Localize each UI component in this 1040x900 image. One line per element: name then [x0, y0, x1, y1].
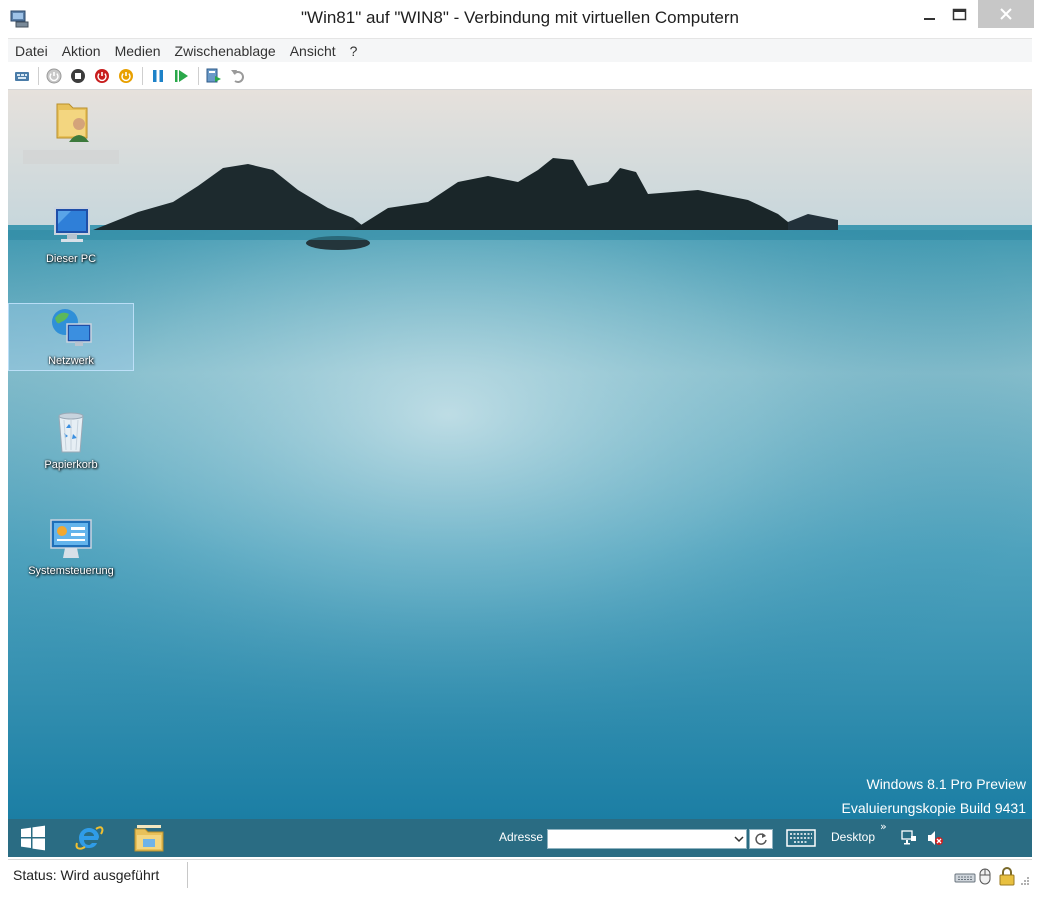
menu-bar: Datei Aktion Medien Zwischenablage Ansic… [8, 38, 1032, 62]
refresh-icon [755, 833, 767, 845]
revert-icon [231, 69, 244, 83]
taskbar-internet-explorer[interactable] [72, 823, 106, 853]
status-separator [187, 862, 188, 888]
desktop-icon-papierkorb[interactable]: Papierkorb [8, 408, 134, 471]
desktop-icon-label: Dieser PC [45, 253, 97, 265]
desktop-toolbar-label[interactable]: Desktop [831, 830, 875, 844]
menu-datei[interactable]: Datei [15, 43, 48, 59]
toolbar-overflow-chevron[interactable]: » [880, 820, 887, 833]
menu-help[interactable]: ? [350, 43, 358, 59]
desktop-icon-label-blurred [23, 150, 119, 164]
desktop-icon-label: Netzwerk [48, 355, 94, 367]
turn-off-button[interactable] [68, 66, 88, 86]
wallpaper-image [8, 90, 1032, 819]
keyboard-status-icon [954, 873, 976, 883]
address-toolbar-label: Adresse [499, 830, 544, 844]
desktop-icon-dieser-pc[interactable]: Dieser PC [8, 202, 134, 265]
maximize-button[interactable] [940, 0, 980, 30]
control-panel-icon [50, 519, 92, 558]
revert-button[interactable] [228, 66, 248, 86]
maximize-icon [952, 8, 967, 21]
start-button[interactable] [16, 823, 50, 853]
desktop-icon-label: Systemsteuerung [28, 565, 114, 577]
mouse-status-icon [979, 868, 991, 885]
toolbar [8, 62, 1032, 90]
windows-logo-icon [21, 825, 45, 851]
recycle-bin-icon [58, 412, 84, 453]
touch-keyboard-icon[interactable] [786, 829, 816, 847]
ctrl-alt-del-button[interactable] [12, 66, 32, 86]
start-button[interactable] [44, 66, 64, 86]
close-button[interactable] [978, 0, 1034, 28]
status-bar: Status: Wird ausgeführt [8, 859, 1032, 891]
toolbar-separator [142, 66, 143, 85]
resize-grip-icon[interactable] [1020, 874, 1030, 886]
toolbar-separator [198, 66, 199, 85]
status-text: Status: Wird ausgeführt [13, 867, 160, 883]
pause-icon [153, 69, 163, 82]
desktop-icon-label: Papierkorb [44, 459, 98, 471]
computer-icon [54, 207, 90, 242]
ctrl-alt-del-icon [15, 71, 29, 81]
address-input[interactable] [547, 829, 747, 849]
menu-ansicht[interactable]: Ansicht [290, 43, 336, 59]
start-icon [46, 68, 62, 83]
checkpoint-icon [206, 68, 221, 82]
window-titlebar[interactable]: "Win81" auf "WIN8" - Verbindung mit virt… [0, 0, 1040, 38]
save-button[interactable] [116, 66, 136, 86]
reset-icon [175, 69, 188, 82]
turn-off-icon [71, 68, 85, 83]
shutdown-icon [95, 68, 109, 83]
desktop-icon-user-folder[interactable] [8, 96, 134, 164]
desktop-icon-systemsteuerung[interactable]: Systemsteuerung [8, 514, 134, 577]
menu-zwischenablage[interactable]: Zwischenablage [175, 43, 276, 59]
reset-button[interactable] [172, 66, 192, 86]
speaker-muted-icon[interactable] [926, 830, 944, 846]
user-folder-icon [56, 103, 89, 142]
network-icon [52, 309, 92, 346]
lock-status-icon [999, 867, 1015, 886]
window-title: "Win81" auf "WIN8" - Verbindung mit virt… [301, 8, 739, 27]
shutdown-button[interactable] [92, 66, 112, 86]
toolbar-separator [38, 66, 39, 85]
save-icon [119, 68, 133, 83]
menu-medien[interactable]: Medien [115, 43, 161, 59]
internet-explorer-icon [75, 826, 104, 850]
network-tray-icon[interactable] [901, 830, 917, 846]
checkpoint-button[interactable] [204, 66, 224, 86]
minimize-icon [924, 18, 935, 20]
vm-desktop[interactable]: Dieser PC Netzwerk Papierkorb Systemsteu… [8, 90, 1032, 819]
watermark-line-1: Windows 8.1 Pro Preview [866, 776, 1026, 792]
address-refresh-button[interactable] [749, 829, 773, 849]
chevron-down-icon[interactable] [734, 832, 744, 846]
desktop-icon-netzwerk[interactable]: Netzwerk [8, 303, 134, 371]
pause-button[interactable] [148, 66, 168, 86]
watermark-line-2: Evaluierungskopie Build 9431 [841, 800, 1026, 816]
file-explorer-icon [134, 825, 164, 852]
taskbar-file-explorer[interactable] [132, 823, 166, 853]
taskbar: Adresse Desktop » [8, 819, 1032, 857]
menu-aktion[interactable]: Aktion [62, 43, 101, 59]
close-icon [1000, 8, 1012, 20]
